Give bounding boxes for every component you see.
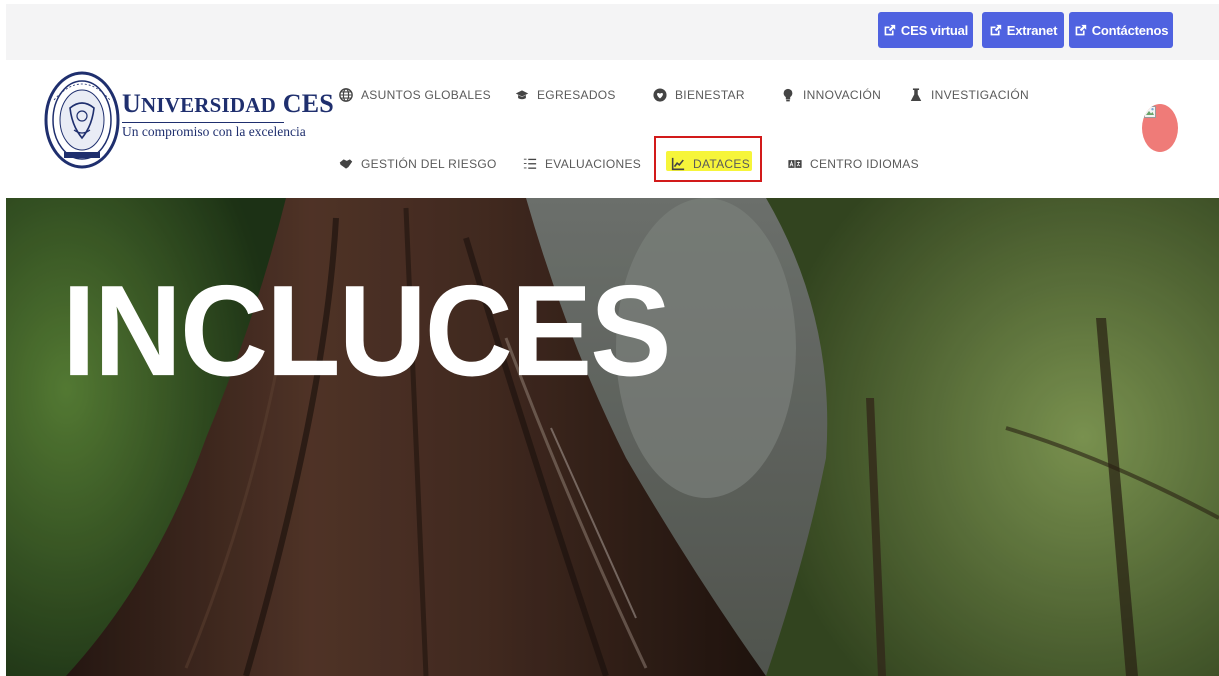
nav-item-label: Investigación: [931, 88, 1029, 102]
university-name: UNIVERSIDAD CES: [122, 89, 334, 118]
lightbulb-icon: [783, 88, 793, 102]
nav-item-egresados[interactable]: Egresados: [515, 88, 616, 102]
extranet-label: Extranet: [1006, 22, 1058, 38]
flask-icon: [910, 88, 922, 101]
hero-title: INCLUCES: [62, 258, 672, 403]
brand-divider: [122, 122, 284, 123]
broken-image-icon: [1144, 106, 1156, 118]
hero-banner: INCLUCES: [6, 198, 1219, 676]
handshake-icon: [339, 159, 353, 169]
globe-icon: [339, 88, 353, 102]
list-icon: [523, 158, 537, 169]
university-logo-link[interactable]: UNIVERSIDAD CES Un compromiso con la exc…: [44, 70, 334, 170]
nav-item-asuntos-globales[interactable]: Asuntos Globales: [339, 88, 491, 102]
nav-item-label: Gestión del Riesgo: [361, 157, 497, 171]
top-utility-bar: CES virtual Extranet Contáctenos: [6, 4, 1219, 60]
nav-item-evaluaciones[interactable]: Evaluaciones: [523, 157, 641, 171]
extranet-button[interactable]: Extranet: [982, 12, 1064, 48]
contactenos-label: Contáctenos: [1091, 22, 1169, 38]
nav-item-dataces[interactable]: DATACES: [671, 157, 750, 171]
university-seal-logo: [44, 71, 120, 169]
contactenos-button[interactable]: Contáctenos: [1069, 12, 1173, 48]
external-link-icon: [884, 24, 896, 35]
chart-line-icon: [671, 157, 685, 171]
user-avatar[interactable]: [1142, 104, 1178, 152]
language-icon: [788, 160, 802, 168]
external-link-icon: [1075, 24, 1086, 35]
heart-icon: [653, 88, 667, 102]
nav-item-label: Bienestar: [675, 88, 745, 102]
external-link-icon: [990, 24, 1001, 35]
nav-item-label: Innovación: [803, 88, 882, 102]
nav-item-bienestar[interactable]: Bienestar: [653, 88, 745, 102]
nav-item-label: DATACES: [693, 157, 750, 171]
nav-item-label: Asuntos Globales: [361, 88, 491, 102]
nav-item-gestion-del-riesgo[interactable]: Gestión del Riesgo: [339, 157, 497, 171]
nav-item-investigacion[interactable]: Investigación: [909, 88, 1029, 102]
nav-item-centro-idiomas[interactable]: Centro Idiomas: [788, 157, 919, 171]
university-tagline: Un compromiso con la excelencia: [122, 124, 306, 139]
nav-item-label: Evaluaciones: [545, 157, 642, 171]
nav-item-label: Egresados: [537, 88, 616, 102]
nav-item-label: Centro Idiomas: [810, 157, 919, 171]
main-navbar: UNIVERSIDAD CES Un compromiso con la exc…: [6, 60, 1219, 198]
ces-virtual-label: CES virtual: [900, 22, 969, 38]
nav-item-innovacion[interactable]: Innovación: [781, 88, 881, 102]
graduation-cap-icon: [515, 90, 529, 100]
ces-virtual-button[interactable]: CES virtual: [878, 12, 973, 48]
